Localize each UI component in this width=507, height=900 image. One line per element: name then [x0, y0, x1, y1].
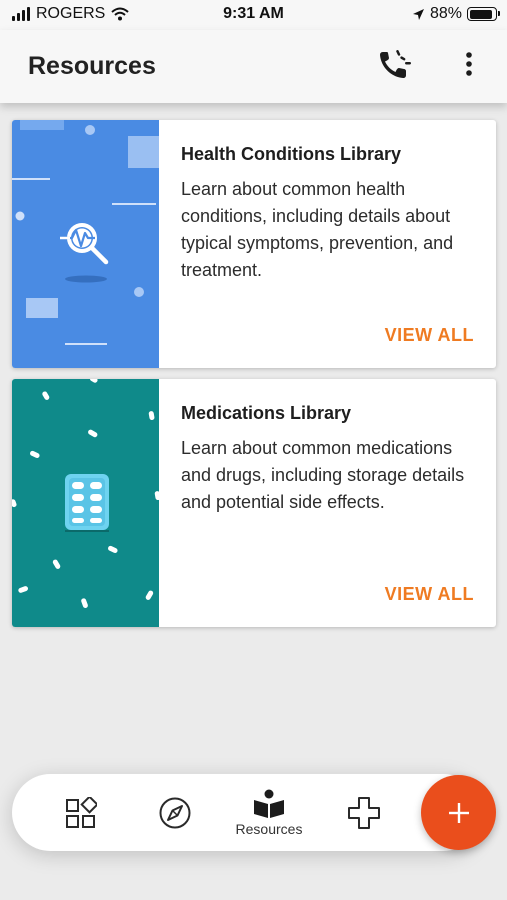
battery-icon	[467, 7, 500, 21]
nav-resources-label: Resources	[235, 820, 303, 837]
location-arrow-icon	[412, 8, 424, 20]
battery-percent: 88%	[429, 5, 462, 22]
battery-fill	[469, 9, 492, 19]
medications-illustration	[12, 379, 159, 627]
pill-pack-icon	[65, 474, 109, 532]
phone-call-icon	[380, 50, 411, 78]
card-title: Health Conditions Library	[181, 144, 402, 164]
bottom-navigation: Resources	[12, 774, 482, 851]
nav-dashboard[interactable]	[56, 774, 106, 851]
compass-icon	[159, 797, 191, 828]
status-right: 88%	[412, 5, 500, 23]
magnifier-pulse-icon	[60, 223, 109, 265]
more-vertical-icon	[466, 52, 472, 76]
medications-art	[12, 379, 159, 609]
add-button[interactable]	[421, 775, 496, 850]
more-options-button[interactable]	[455, 46, 483, 82]
plus-icon	[448, 802, 469, 823]
nav-resources[interactable]: Resources	[224, 774, 314, 851]
medications-body: Medications Library Learn about common m…	[181, 403, 481, 516]
health-conditions-illustration	[12, 120, 159, 368]
card-description: Learn about common medications and drugs…	[181, 438, 465, 512]
app-header: Resources	[0, 30, 507, 103]
health-conditions-art	[12, 120, 159, 345]
card-title: Medications Library	[181, 403, 352, 423]
health-conditions-card[interactable]: Health Conditions Library Learn about co…	[12, 120, 496, 368]
medical-cross-icon	[348, 796, 380, 829]
status-bar: ROGERS 9:31 AM 88%	[0, 0, 507, 30]
page-title: Resources	[28, 52, 156, 80]
nav-explore[interactable]	[150, 774, 200, 851]
nav-health[interactable]	[339, 774, 389, 851]
health-conditions-body: Health Conditions Library Learn about co…	[181, 144, 481, 284]
book-reader-icon	[254, 789, 284, 818]
card-description: Learn about common health conditions, in…	[181, 179, 454, 280]
dashboard-icon	[66, 796, 97, 828]
medications-card[interactable]: Medications Library Learn about common m…	[12, 379, 496, 627]
view-all-health-conditions-button[interactable]: VIEW ALL	[385, 325, 474, 346]
view-all-medications-button[interactable]: VIEW ALL	[385, 584, 474, 605]
call-button[interactable]	[375, 46, 415, 82]
